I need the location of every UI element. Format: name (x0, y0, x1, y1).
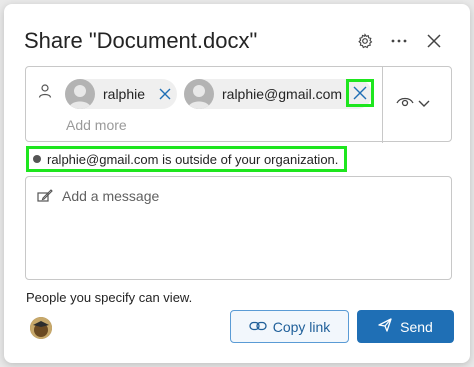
message-placeholder: Add a message (62, 188, 160, 204)
avatar[interactable] (30, 317, 52, 339)
warning-icon (33, 155, 41, 163)
gear-icon[interactable] (352, 28, 378, 54)
chevron-down-icon (418, 95, 430, 113)
warning-text: ralphie@gmail.com is outside of your org… (47, 151, 339, 167)
copy-link-button[interactable]: Copy link (230, 310, 349, 343)
people-picker[interactable]: ralphie ralphie@gmail.com Add more (25, 66, 452, 143)
recipient-label: ralphie@gmail.com (222, 86, 343, 102)
send-button[interactable]: Send (357, 310, 454, 343)
avatar (184, 79, 214, 109)
copy-link-label: Copy link (272, 318, 331, 335)
avatar (65, 79, 95, 109)
share-dialog: Share "Document.docx" ralphie ralphie@gm… (4, 4, 470, 363)
remove-recipient-icon[interactable] (153, 82, 177, 106)
close-icon[interactable] (421, 28, 447, 54)
divider (382, 67, 383, 143)
recipient-label: ralphie (103, 86, 146, 102)
more-options-icon[interactable] (386, 28, 412, 54)
send-icon (378, 318, 392, 335)
send-label: Send (400, 318, 433, 335)
edit-message-icon (37, 189, 53, 208)
remove-recipient-icon[interactable] (346, 79, 374, 107)
dialog-title: Share "Document.docx" (24, 28, 258, 53)
person-icon (38, 84, 52, 103)
recipient-chip-ralphie: ralphie (65, 79, 178, 109)
link-icon (249, 319, 267, 335)
recipient-chip-ralphie-gmail: ralphie@gmail.com (184, 79, 373, 109)
add-more-input[interactable]: Add more (66, 117, 127, 133)
eye-icon (396, 95, 414, 113)
permission-note: People you specify can view. (26, 290, 193, 305)
message-field[interactable]: Add a message (25, 176, 452, 280)
external-user-warning: ralphie@gmail.com is outside of your org… (26, 146, 348, 172)
permission-dropdown[interactable] (396, 95, 430, 113)
